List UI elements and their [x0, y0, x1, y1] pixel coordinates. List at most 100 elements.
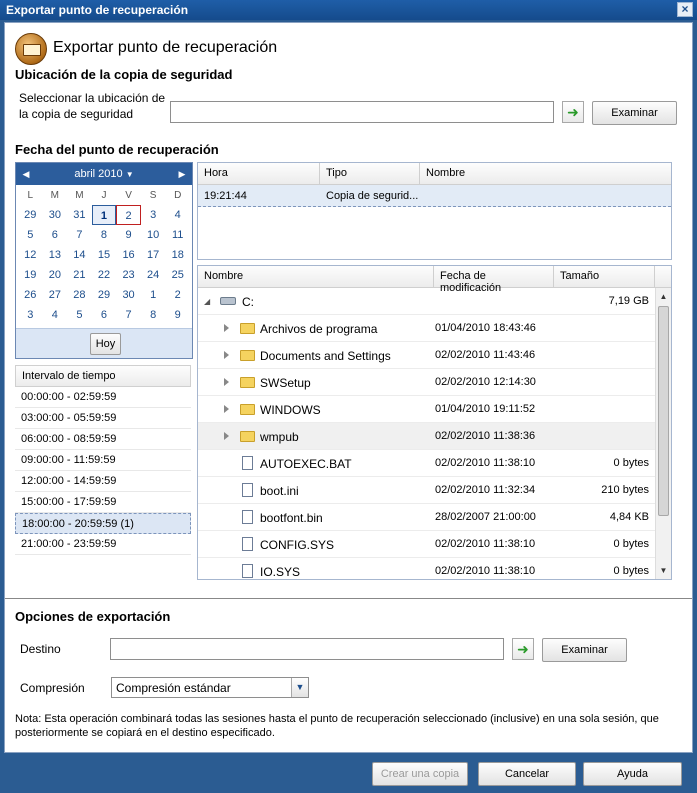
calendar-day[interactable]: 26: [18, 285, 43, 305]
table-row[interactable]: boot.ini 02/02/2010 11:32:34 210 bytes: [198, 477, 671, 504]
create-copy-button[interactable]: Crear una copia: [372, 762, 468, 786]
calendar-day[interactable]: 8: [141, 305, 166, 325]
interval-item[interactable]: 12:00:00 - 14:59:59: [15, 471, 191, 492]
calendar-day[interactable]: 6: [43, 225, 68, 245]
table-row[interactable]: Archivos de programa 01/04/2010 18:43:46: [198, 315, 671, 342]
calendar-day[interactable]: 31: [67, 205, 92, 225]
calendar-day[interactable]: 9: [116, 225, 141, 245]
cancel-button[interactable]: Cancelar: [478, 762, 576, 786]
interval-item[interactable]: 21:00:00 - 23:59:59: [15, 534, 191, 555]
table-row[interactable]: SWSetup 02/02/2010 12:14:30: [198, 369, 671, 396]
drive-row[interactable]: ◢ C: 7,19 GB: [198, 288, 671, 315]
calendar-day[interactable]: 25: [165, 265, 190, 285]
col-size[interactable]: Tamaño: [554, 266, 655, 287]
session-hora: 19:21:44: [204, 190, 247, 202]
calendar-day[interactable]: 18: [165, 245, 190, 265]
calendar-day[interactable]: 7: [67, 225, 92, 245]
calendar-day[interactable]: 2: [116, 205, 141, 225]
triangle-left-icon[interactable]: ◀: [18, 163, 34, 185]
calendar-day[interactable]: 5: [67, 305, 92, 325]
interval-item[interactable]: 06:00:00 - 08:59:59: [15, 429, 191, 450]
expand-icon[interactable]: [224, 405, 229, 413]
calendar-day[interactable]: 5: [18, 225, 43, 245]
col-tipo[interactable]: Tipo: [320, 163, 420, 184]
calendar-day[interactable]: 30: [116, 285, 141, 305]
destination-input[interactable]: [110, 638, 504, 660]
table-row[interactable]: Documents and Settings 02/02/2010 11:43:4…: [198, 342, 671, 369]
table-row[interactable]: WINDOWS 01/04/2010 19:11:52: [198, 396, 671, 423]
collapse-icon[interactable]: ◢: [204, 297, 210, 306]
interval-item[interactable]: 15:00:00 - 17:59:59: [15, 492, 191, 513]
expand-icon[interactable]: [224, 351, 229, 359]
calendar-day[interactable]: 4: [43, 305, 68, 325]
calendar-day[interactable]: 14: [67, 245, 92, 265]
calendar-day[interactable]: 28: [67, 285, 92, 305]
table-row[interactable]: bootfont.bin 28/02/2007 21:00:00 4,84 KB: [198, 504, 671, 531]
expand-icon[interactable]: [224, 432, 229, 440]
folder-icon: [240, 404, 255, 415]
calendar-day[interactable]: 1: [91, 205, 117, 225]
chevron-down-icon[interactable]: ▼: [126, 170, 134, 179]
today-button[interactable]: Hoy: [90, 333, 121, 355]
calendar-day[interactable]: 12: [18, 245, 43, 265]
expand-icon[interactable]: [224, 378, 229, 386]
file-size: 4,84 KB: [609, 511, 649, 523]
calendar-day[interactable]: 1: [141, 285, 166, 305]
col-nombre[interactable]: Nombre: [420, 163, 671, 184]
files-scrollbar[interactable]: ▲ ▼: [655, 288, 671, 579]
calendar-day[interactable]: 17: [141, 245, 166, 265]
col-name[interactable]: Nombre: [198, 266, 434, 287]
calendar-day[interactable]: 27: [43, 285, 68, 305]
table-row[interactable]: 19:21:44 Copia de segurid...: [198, 185, 671, 207]
interval-item[interactable]: 09:00:00 - 11:59:59: [15, 450, 191, 471]
table-row[interactable]: CONFIG.SYS 02/02/2010 11:38:10 0 bytes: [198, 531, 671, 558]
calendar-day[interactable]: 29: [92, 285, 117, 305]
export-section-title: Opciones de exportación: [15, 609, 171, 624]
help-button[interactable]: Ayuda: [583, 762, 682, 786]
calendar-day[interactable]: 21: [67, 265, 92, 285]
expand-icon[interactable]: [224, 324, 229, 332]
calendar-day[interactable]: 29: [18, 205, 43, 225]
triangle-right-icon[interactable]: ▶: [174, 163, 190, 185]
scroll-thumb[interactable]: [658, 306, 669, 516]
calendar-day[interactable]: 22: [92, 265, 117, 285]
calendar-day[interactable]: 3: [18, 305, 43, 325]
calendar-day[interactable]: 7: [116, 305, 141, 325]
close-icon[interactable]: ×: [677, 2, 693, 17]
interval-item[interactable]: 00:00:00 - 02:59:59: [15, 387, 191, 408]
calendar-day[interactable]: 6: [92, 305, 117, 325]
arrow-right-icon[interactable]: ➜: [512, 638, 534, 660]
compression-select[interactable]: Compresión estándar ▼: [111, 677, 309, 698]
calendar-day[interactable]: 3: [141, 205, 166, 225]
table-row[interactable]: wmpub 02/02/2010 11:38:36: [198, 423, 671, 450]
col-date[interactable]: Fecha de modificación: [434, 266, 554, 294]
destination-browse-button[interactable]: Examinar: [542, 638, 627, 662]
backup-browse-button[interactable]: Examinar: [592, 101, 677, 125]
calendar-day[interactable]: 19: [18, 265, 43, 285]
calendar-day[interactable]: 8: [92, 225, 117, 245]
arrow-right-icon[interactable]: ➜: [562, 101, 584, 123]
calendar-day[interactable]: 11: [165, 225, 190, 245]
table-row[interactable]: IO.SYS 02/02/2010 11:38:10 0 bytes: [198, 558, 671, 579]
calendar-day[interactable]: 10: [141, 225, 166, 245]
calendar-day[interactable]: 23: [116, 265, 141, 285]
scroll-up-icon[interactable]: ▲: [656, 289, 671, 304]
backup-location-input[interactable]: [170, 101, 554, 123]
interval-item[interactable]: 03:00:00 - 05:59:59: [15, 408, 191, 429]
calendar-day[interactable]: 15: [92, 245, 117, 265]
table-row[interactable]: AUTOEXEC.BAT 02/02/2010 11:38:10 0 bytes: [198, 450, 671, 477]
calendar-day[interactable]: 16: [116, 245, 141, 265]
files-table: Nombre Fecha de modificación Tamaño ◢ C:…: [197, 265, 672, 580]
calendar-day[interactable]: 4: [165, 205, 190, 225]
scroll-down-icon[interactable]: ▼: [656, 563, 671, 578]
interval-item[interactable]: 18:00:00 - 20:59:59 (1): [15, 513, 191, 534]
col-hora[interactable]: Hora: [198, 163, 320, 184]
calendar-day[interactable]: 13: [43, 245, 68, 265]
chevron-down-icon[interactable]: ▼: [291, 678, 308, 697]
calendar-day[interactable]: 20: [43, 265, 68, 285]
calendar-day[interactable]: 2: [165, 285, 190, 305]
calendar-month[interactable]: abril 2010: [74, 168, 122, 180]
calendar-day[interactable]: 24: [141, 265, 166, 285]
calendar-day[interactable]: 30: [43, 205, 68, 225]
calendar-day[interactable]: 9: [165, 305, 190, 325]
